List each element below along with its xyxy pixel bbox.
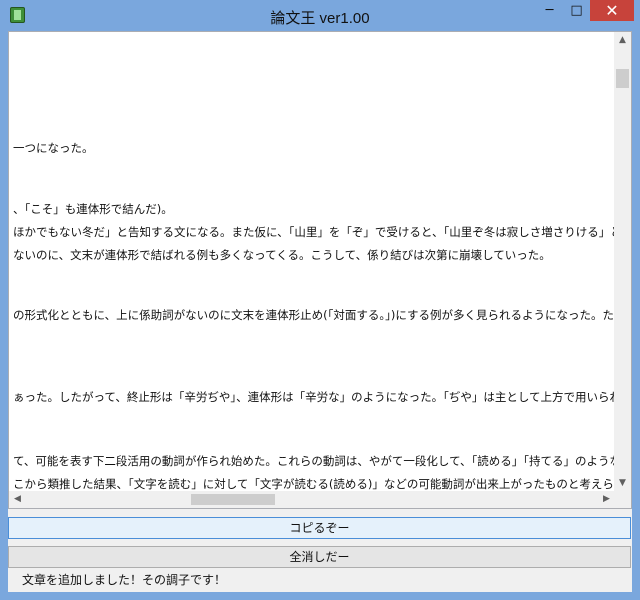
text-line: の形式化とともに、上に係助詞がないのに文末を連体形止め(「対面する。」)にする例… [13,308,616,322]
text-line: 一つになった。 [13,141,94,155]
client-area: 一つになった。 、「こそ」も連体形で結んだ)。 ほかでもない冬だ」と告知する文に… [8,31,632,592]
vertical-scroll-thumb[interactable] [616,69,629,88]
text-line: こから類推した結果、「文字を読む」に対して「文字が読むる(読める)」などの可能動… [13,477,616,491]
horizontal-scrollbar[interactable]: ◀ ▶ [9,491,615,508]
horizontal-scroll-thumb[interactable] [191,494,275,505]
text-area[interactable]: 一つになった。 、「こそ」も連体形で結んだ)。 ほかでもない冬だ」と告知する文に… [8,31,632,509]
text-line: ほかでもない冬だ」と告知する文になる。また仮に、「山里」を「ぞ」で受けると、「山… [13,225,616,239]
text-content[interactable]: 一つになった。 、「こそ」も連体形で結んだ)。 ほかでもない冬だ」と告知する文に… [13,32,616,492]
text-line: 、「こそ」も連体形で結んだ)。 [13,202,173,216]
copy-button[interactable]: コピるぞー [8,517,631,539]
close-icon: ✕ [605,1,619,20]
scroll-right-icon[interactable]: ▶ [598,491,615,508]
minimize-button[interactable]: ─ [536,0,563,21]
text-line: ぁった。したがって、終止形は「辛労ぢや」、連体形は「辛労な」のようになった。「ぢ… [13,390,616,404]
maximize-icon: □ [570,3,583,18]
status-message: 文章を追加しました！その調子です！ [22,573,227,587]
close-button[interactable]: ✕ [590,0,634,21]
minimize-icon: ─ [545,3,554,18]
scroll-up-icon[interactable]: ▲ [614,32,631,49]
text-line: て、可能を表す下二段活用の動詞が作られ始めた。これらの動詞は、やがて一段化して、… [13,454,616,468]
vertical-scrollbar[interactable]: ▲ ▼ [614,32,631,492]
title-bar[interactable]: 論文王 ver1.00 ─ □ ✕ [0,0,640,31]
scrollbar-corner [614,491,631,508]
app-window: 論文王 ver1.00 ─ □ ✕ 一つになった。 、「こそ」も連体形で結んだ)… [0,0,640,600]
scroll-left-icon[interactable]: ◀ [9,491,26,508]
text-line: ないのに、文末が連体形で結ばれる例も多くなってくる。こうして、係り結びは次第に崩… [13,248,551,262]
scroll-down-icon[interactable]: ▼ [614,475,631,492]
maximize-button[interactable]: □ [563,0,590,21]
clear-all-button[interactable]: 全消しだー [8,546,631,568]
